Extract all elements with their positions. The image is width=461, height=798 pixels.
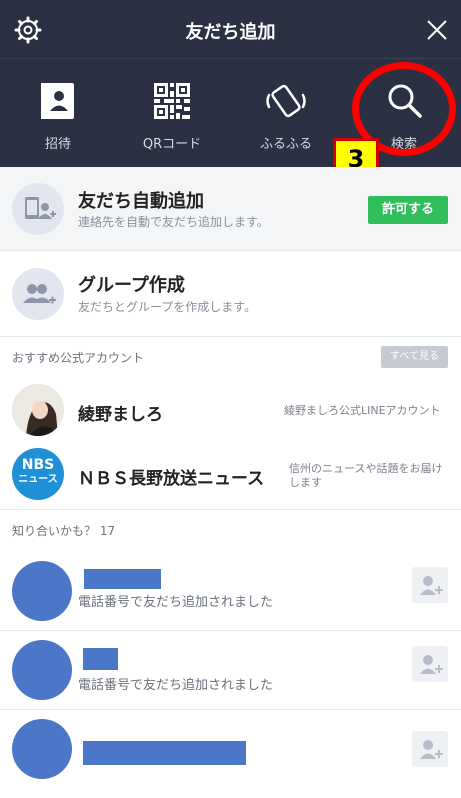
- qr-code-label: QRコード: [142, 137, 202, 152]
- invite-button[interactable]: 招待: [12, 79, 104, 152]
- account-description: 綾野ましろ公式LINEアカウント: [284, 404, 441, 417]
- friend-subtitle: 電話番号で友だち追加されました: [78, 678, 274, 693]
- nbs-news-logo: NBS ニュース: [12, 448, 64, 500]
- auto-add-icon: [12, 183, 64, 235]
- suggested-friend-row[interactable]: 電話番号で友だち追加されました: [0, 632, 461, 710]
- account-name: 綾野ましろ: [78, 405, 163, 425]
- create-group-row[interactable]: グループ作成 友だちとグループを作成します。: [0, 251, 461, 337]
- close-icon[interactable]: [423, 16, 451, 44]
- redacted-name: [83, 741, 246, 765]
- allow-button[interactable]: 許可する: [368, 196, 448, 224]
- qr-code-button[interactable]: QRコード: [126, 79, 218, 152]
- recommended-section-label: おすすめ公式アカウント: [12, 351, 145, 365]
- official-account-row[interactable]: 綾野ましろ 綾野ましろ公式LINEアカウント: [0, 380, 461, 440]
- account-description-line: します: [289, 476, 322, 489]
- logo-top-text: NBS: [21, 457, 55, 473]
- shake-button[interactable]: ふるふる: [240, 79, 332, 152]
- redacted-avatar: [12, 719, 72, 779]
- add-friend-button[interactable]: [412, 646, 448, 682]
- invite-label: 招待: [44, 137, 71, 152]
- page-title: 友だち追加: [185, 22, 276, 43]
- account-description: 信州のニュースや話題をお届け します: [289, 462, 442, 490]
- group-icon: [12, 268, 64, 320]
- create-group-title: グループ作成: [78, 275, 185, 296]
- top-bar: 友だち追加: [0, 0, 461, 58]
- redacted-name: [83, 648, 118, 670]
- add-friend-icon: [420, 655, 443, 674]
- suggested-friend-row[interactable]: 電話番号で友だち追加されました: [0, 553, 461, 631]
- friend-subtitle: 電話番号で友だち追加されました: [78, 595, 274, 610]
- maybe-know-label: 知り合いかも？ 17: [12, 524, 116, 538]
- contact-book-icon: [41, 83, 74, 119]
- shake-phone-icon: [266, 84, 306, 118]
- account-description-line: 信州のニュースや話題をお届け: [289, 462, 443, 475]
- add-friend-button[interactable]: [412, 731, 448, 767]
- create-group-subtitle: 友だちとグループを作成します。: [78, 300, 257, 314]
- account-name: ＮＢＳ長野放送ニュース: [78, 469, 265, 489]
- account-avatar: [12, 384, 64, 436]
- shake-label: ふるふる: [259, 137, 312, 152]
- add-friend-button[interactable]: [412, 567, 448, 603]
- add-friend-icon: [420, 576, 443, 595]
- auto-add-subtitle: 連絡先を自動で友だち追加します。: [78, 215, 269, 229]
- official-account-row[interactable]: NBS ニュース ＮＢＳ長野放送ニュース 信州のニュースや話題をお届け します: [0, 440, 461, 510]
- qr-code-icon: [154, 83, 190, 119]
- redacted-name: [84, 569, 161, 589]
- auto-add-title: 友だち自動追加: [78, 191, 204, 212]
- add-friend-icon: [420, 740, 443, 759]
- see-all-button[interactable]: すべて見る: [381, 346, 448, 368]
- suggested-friend-row[interactable]: [0, 711, 461, 789]
- redacted-avatar: [12, 640, 72, 700]
- logo-bottom-text: ニュース: [18, 474, 58, 485]
- redacted-avatar: [12, 561, 72, 621]
